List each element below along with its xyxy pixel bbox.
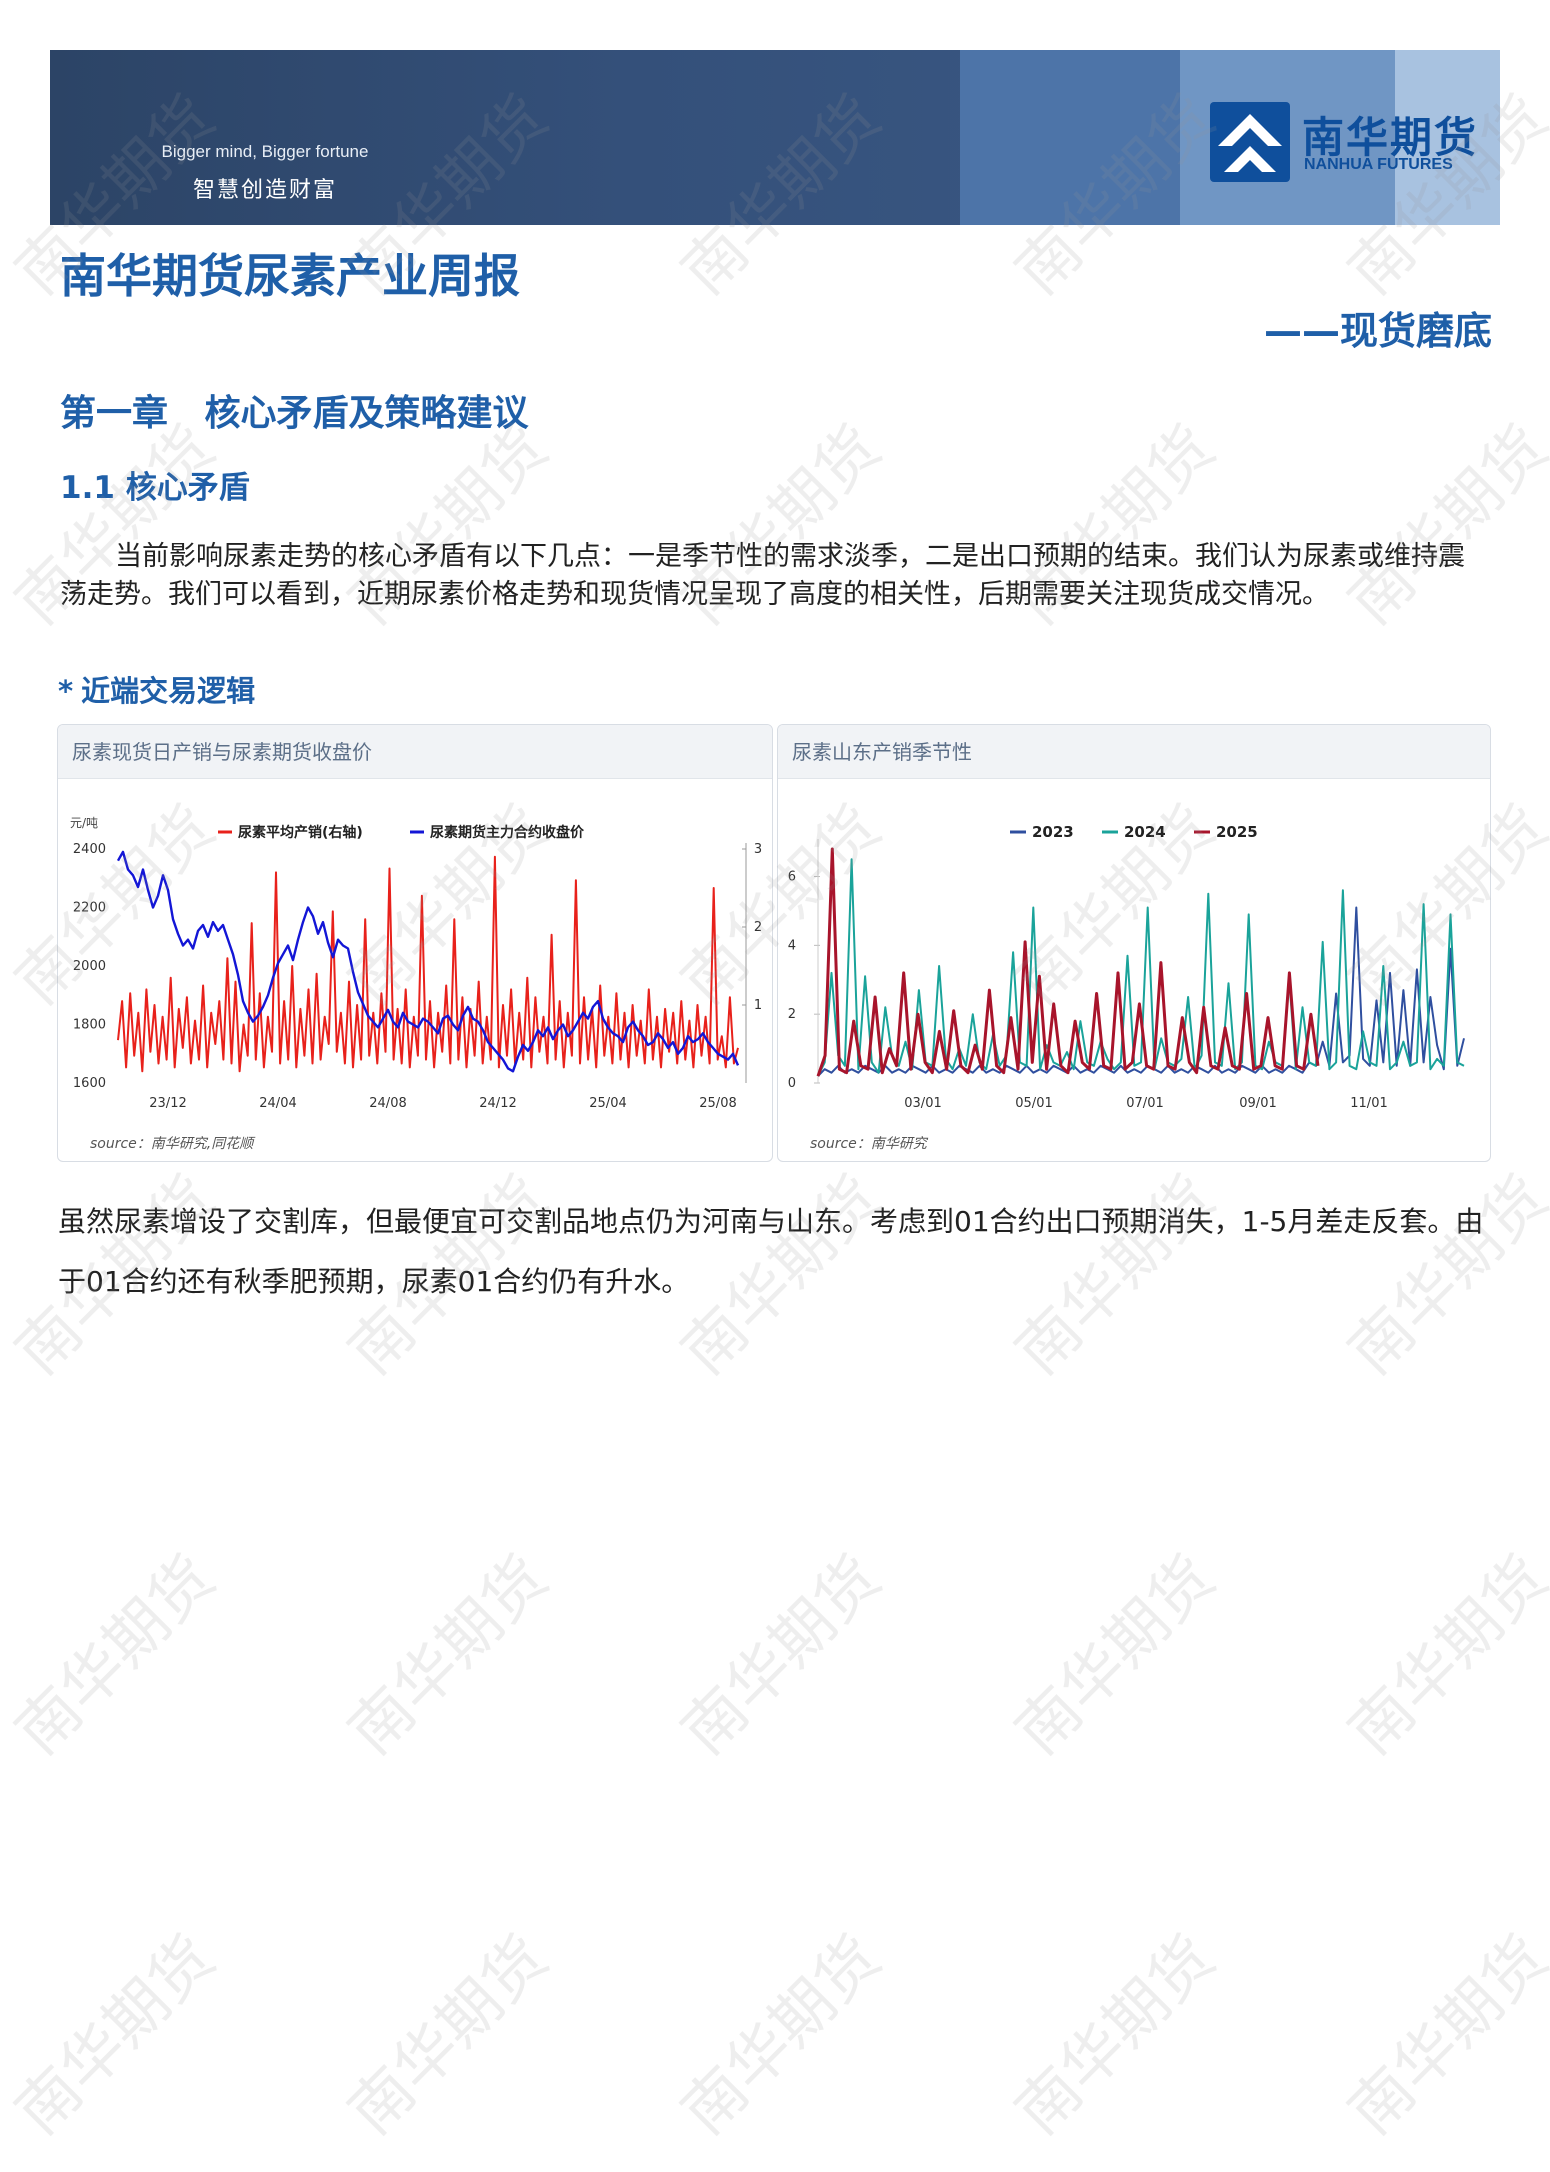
- x-tick-label: 05/01: [1015, 1096, 1052, 1111]
- x-tick-label: 09/01: [1239, 1096, 1276, 1111]
- chart-title: 尿素现货日产销与尿素期货收盘价: [58, 725, 772, 779]
- watermark-text: 南华期货: [1, 1541, 228, 1768]
- chart-title: 尿素山东产销季节性: [778, 725, 1490, 779]
- y-tick-label: 1800: [73, 1018, 106, 1033]
- y2-tick-label: 3: [754, 842, 762, 857]
- legend-label: 2025: [1216, 823, 1258, 841]
- chapter-heading: 第一章 核心矛盾及策略建议: [60, 393, 529, 434]
- x-tick-label: 03/01: [904, 1096, 941, 1111]
- legend-label: 尿素平均产销(右轴): [238, 824, 363, 841]
- watermark-text: 南华期货: [1334, 1921, 1550, 2148]
- watermark-text: 南华期货: [334, 1921, 561, 2148]
- subheading: * 近端交易逻辑: [58, 668, 255, 710]
- slogan-zh: 智慧创造财富: [192, 178, 337, 203]
- section-heading: 1.1 核心矛盾: [60, 470, 250, 506]
- watermark-text: 南华期货: [334, 1541, 561, 1768]
- y-tick-label: 2: [788, 1007, 796, 1022]
- chart-panel: 尿素山东产销季节性 0 2 4 6 03/01 05/01 07/01 09/01 11/01 2…: [777, 724, 1491, 1162]
- watermark-text: 南华期货: [1001, 1541, 1228, 1768]
- report-subtitle: ——现货磨底: [1263, 309, 1492, 353]
- y-tick-label: 2000: [73, 959, 106, 974]
- x-tick-label: 07/01: [1126, 1096, 1163, 1111]
- logo-text-en: NANHUA FUTURES: [1304, 156, 1453, 173]
- chart-seasonality: 0 2 4 6 03/01 05/01 07/01 09/01 11/01 2023 2024 202…: [788, 823, 1465, 1111]
- header-banner: Bigger mind, Bigger fortune 智慧创造财富 南华期货 …: [50, 50, 1500, 225]
- legend-label: 2023: [1032, 823, 1074, 841]
- paragraph: 当前影响尿素走势的核心矛盾有以下几点：一是季节性的需求淡季，二是出口预期的结束。…: [60, 541, 1465, 610]
- x-tick-label: 25/04: [589, 1096, 626, 1111]
- y-tick-label: 0: [788, 1076, 796, 1091]
- y-tick-label: 2200: [73, 901, 106, 916]
- bullet-star-icon: *: [58, 674, 74, 708]
- watermark-text: 南华期货: [1, 1921, 228, 2148]
- subheading-text: 近端交易逻辑: [81, 674, 256, 708]
- x-tick-label: 23/12: [149, 1096, 186, 1111]
- x-tick-label: 25/08: [699, 1096, 736, 1111]
- y-tick-label: 4: [788, 938, 796, 953]
- company-logo: 南华期货 NANHUA FUTURES: [1210, 102, 1500, 182]
- legend-label: 2024: [1124, 823, 1166, 841]
- report-title: 南华期货尿素产业周报: [60, 249, 520, 303]
- watermark-text: 南华期货: [667, 1921, 894, 2148]
- watermark-text: 南华期货: [1334, 1541, 1550, 1768]
- watermark-text: 南华期货: [667, 1541, 894, 1768]
- x-tick-label: 24/12: [479, 1096, 516, 1111]
- y2-tick-label: 1: [754, 998, 762, 1013]
- x-tick-label: 24/08: [369, 1096, 406, 1111]
- legend-label: 尿素期货主力合约收盘价: [430, 824, 585, 841]
- y-axis-unit: 元/吨: [70, 816, 98, 830]
- slogan-en: Bigger mind, Bigger fortune: [161, 142, 369, 161]
- x-tick-label: 11/01: [1350, 1096, 1387, 1111]
- y-tick-label: 1600: [73, 1076, 106, 1091]
- chart-source: source：南华研究,同花顺: [90, 1136, 254, 1152]
- logo-mark-icon: [1210, 102, 1290, 182]
- y-tick-label: 6: [788, 870, 796, 885]
- paragraph: 虽然尿素增设了交割库，但最便宜可交割品地点仍为河南与山东。考虑到01合约出口预期…: [58, 1205, 1484, 1298]
- banner-segment: [960, 50, 1180, 225]
- series-line: [816, 847, 1320, 1077]
- y-tick-label: 2400: [73, 842, 106, 857]
- chart-panel: 尿素现货日产销与尿素期货收盘价 元/吨 1600 1800 2000 2200 2400 1…: [57, 724, 773, 1162]
- y2-tick-label: 2: [754, 920, 762, 935]
- chart-source: source：南华研究: [810, 1136, 927, 1152]
- watermark-text: 南华期货: [1001, 1921, 1228, 2148]
- chart-price-vs-sales: 元/吨 1600 1800 2000 2200 2400 1 2 3 23/12 24/04 24/0…: [70, 816, 762, 1111]
- x-tick-label: 24/04: [259, 1096, 296, 1111]
